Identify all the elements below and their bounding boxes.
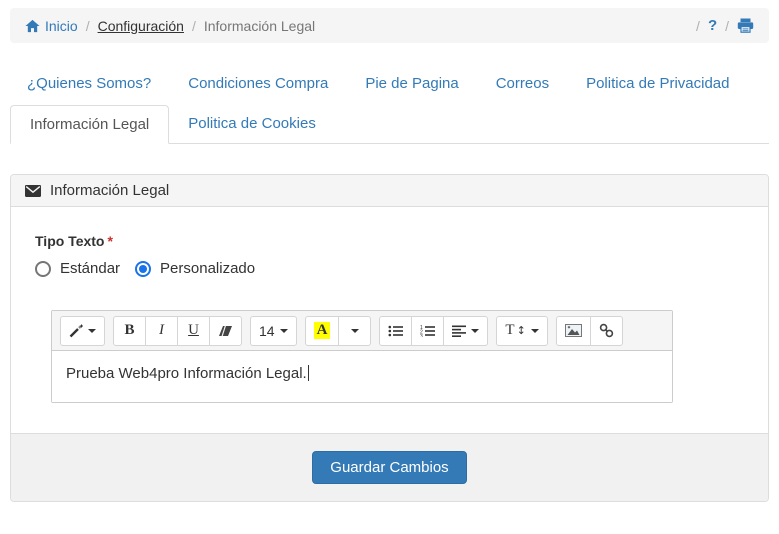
clear-format-button[interactable]	[209, 315, 242, 346]
radio-option-personalizado[interactable]: Personalizado	[135, 260, 255, 277]
insert-link-button[interactable]	[589, 315, 623, 346]
radio-group-tipo-texto: Estándar Personalizado	[35, 260, 744, 277]
informacion-legal-panel: Información Legal Tipo Texto * Estándar P…	[10, 174, 769, 502]
radio-checked-icon[interactable]	[135, 260, 152, 277]
save-button[interactable]: Guardar Cambios	[312, 451, 467, 484]
insert-image-button[interactable]	[555, 315, 591, 346]
panel-body: Tipo Texto * Estándar Personalizado B I …	[11, 207, 768, 433]
font-color-letter: A	[313, 322, 331, 339]
text-height-icon: T ↕	[505, 322, 525, 339]
breadcrumb-home-label: Inicio	[45, 17, 78, 34]
tab-row-nav: Información Legal Politica de Cookies	[10, 105, 769, 144]
tab-pie-de-pagina[interactable]: Pie de Pagina	[365, 75, 458, 92]
insert-group	[555, 315, 623, 346]
tab-quienes-somos[interactable]: ¿Quienes Somos?	[27, 75, 151, 92]
chevron-down-icon	[279, 328, 288, 333]
printer-icon[interactable]	[737, 18, 754, 33]
font-color-dropdown[interactable]	[338, 315, 372, 346]
panel-footer: Guardar Cambios	[11, 433, 768, 501]
breadcrumb: Inicio / Configuración / Información Leg…	[10, 8, 769, 43]
eraser-icon	[218, 324, 233, 337]
breadcrumb-home-link[interactable]: Inicio	[25, 18, 78, 34]
radio-option-estandar[interactable]: Estándar	[35, 260, 120, 277]
field-label-text: Tipo Texto	[35, 233, 105, 249]
radio-unchecked-icon[interactable]	[35, 260, 51, 277]
style-group	[60, 315, 105, 346]
chevron-down-icon	[88, 328, 96, 333]
paragraph-group: 1 2 3	[379, 315, 489, 346]
breadcrumb-current: Información Legal	[203, 17, 316, 34]
tab-informacion-legal[interactable]: Información Legal	[10, 105, 170, 144]
rich-text-editor: B I U 14 A 1 2 3 T ↕ Prueba Web4pro Info…	[51, 310, 673, 403]
bold-label: B	[124, 322, 135, 338]
field-label: Tipo Texto *	[35, 233, 744, 249]
list-ul-icon	[388, 325, 404, 337]
align-left-icon	[452, 325, 467, 337]
tab-politica-cookies[interactable]: Politica de Cookies	[169, 105, 335, 144]
breadcrumb-separator: /	[191, 17, 196, 34]
radio-label: Estándar	[60, 260, 121, 277]
font-color-button[interactable]: A	[304, 315, 340, 346]
editor-content-area[interactable]: Prueba Web4pro Información Legal.	[52, 351, 672, 402]
chevron-down-icon	[471, 328, 480, 333]
link-icon	[599, 323, 614, 338]
tab-condiciones-compra[interactable]: Condiciones Compra	[188, 75, 328, 92]
breadcrumb-separator: /	[85, 17, 90, 34]
line-height-group: T ↕	[496, 315, 548, 346]
svg-text:3: 3	[420, 334, 423, 337]
chevron-down-icon	[350, 328, 359, 333]
bold-button[interactable]: B	[113, 315, 146, 346]
list-ol-icon: 1 2 3	[420, 325, 436, 337]
home-icon	[25, 19, 40, 33]
line-height-letter: T	[505, 322, 515, 338]
breadcrumb-config-link[interactable]: Configuración	[98, 18, 184, 34]
paragraph-align-dropdown[interactable]	[443, 315, 489, 346]
chevron-down-icon	[530, 328, 539, 333]
tab-correos[interactable]: Correos	[496, 75, 549, 92]
italic-button[interactable]: I	[145, 315, 178, 346]
text-cursor	[307, 365, 309, 381]
help-icon[interactable]: ?	[708, 17, 717, 34]
font-style-group: B I U	[113, 315, 242, 346]
tab-row-links: ¿Quienes Somos? Condiciones Compra Pie d…	[27, 75, 769, 92]
tab-politica-privacidad[interactable]: Politica de Privacidad	[586, 75, 729, 92]
breadcrumb-separator: /	[696, 17, 700, 34]
editor-toolbar: B I U 14 A 1 2 3 T ↕	[52, 311, 672, 351]
image-icon	[564, 324, 582, 337]
font-color-group: A	[304, 315, 372, 346]
unordered-list-button[interactable]	[379, 315, 413, 346]
underline-label: U	[188, 322, 199, 338]
editor-text: Prueba Web4pro Información Legal.	[66, 365, 307, 382]
italic-label: I	[159, 322, 164, 338]
style-dropdown-button[interactable]	[60, 315, 105, 346]
magic-wand-icon	[69, 324, 83, 338]
underline-button[interactable]: U	[177, 315, 210, 346]
envelope-icon	[25, 184, 41, 197]
required-asterisk: *	[107, 233, 113, 249]
updown-arrow-icon: ↕	[516, 324, 526, 337]
line-height-dropdown[interactable]: T ↕	[496, 315, 548, 346]
font-size-dropdown[interactable]: 14	[250, 315, 297, 346]
breadcrumb-separator: /	[725, 17, 729, 34]
radio-label: Personalizado	[160, 260, 256, 277]
panel-header: Información Legal	[11, 175, 768, 207]
ordered-list-button[interactable]: 1 2 3	[411, 315, 445, 346]
panel-title: Información Legal	[50, 182, 170, 199]
font-size-value: 14	[259, 322, 275, 339]
font-size-group: 14	[250, 315, 297, 346]
